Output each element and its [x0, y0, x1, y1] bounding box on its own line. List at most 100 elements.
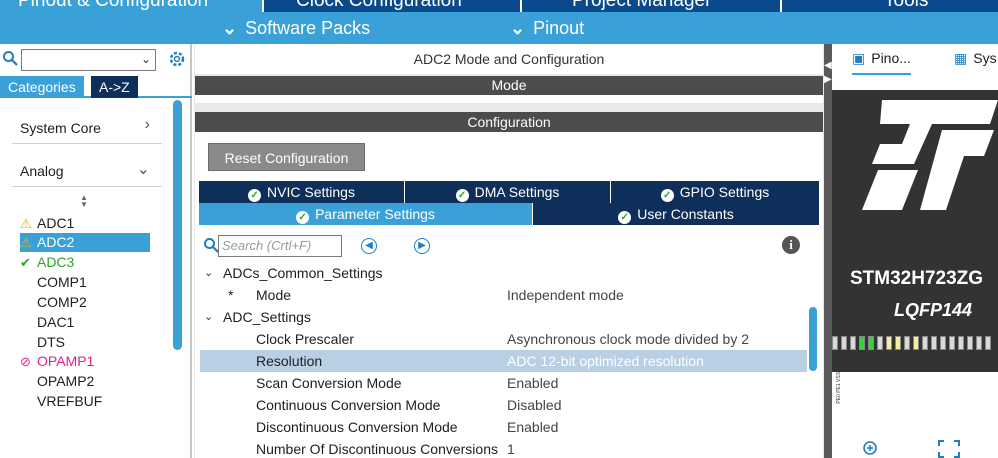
peripheral-adc3[interactable]: ✔ ADC3: [20, 253, 150, 272]
pinout-view-panel: ◀ ▶ ▣Pino... ▦Sys STM32H723ZG LQFP144: [824, 44, 998, 458]
check-icon: ✓: [618, 211, 632, 224]
tab-dma-settings[interactable]: ✓ DMA Settings: [405, 181, 611, 203]
param-row-mode[interactable]: * Mode Independent mode: [195, 284, 807, 306]
param-row-discontinuous-conversion[interactable]: Discontinuous Conversion Mode Enabled: [195, 416, 807, 438]
pin[interactable]: [976, 336, 982, 350]
chevron-down-icon: ⌄: [510, 18, 526, 38]
pin[interactable]: [859, 336, 865, 350]
search-icon: [3, 51, 18, 66]
vertical-scrollbar[interactable]: [173, 100, 182, 350]
peripheral-dts[interactable]: DTS: [20, 333, 150, 352]
pin[interactable]: [967, 336, 973, 350]
pin[interactable]: [841, 336, 847, 350]
pin[interactable]: [904, 336, 910, 350]
peripheral-opamp2[interactable]: OPAMP2: [20, 372, 150, 391]
settings-tabs-row-1: ✓ NVIC Settings ✓ DMA Settings ✓ GPIO Setti…: [199, 181, 819, 203]
pin[interactable]: [868, 336, 874, 350]
tab-separator: [262, 0, 264, 12]
pin[interactable]: [877, 336, 883, 350]
pin[interactable]: [922, 336, 928, 350]
pin[interactable]: [913, 336, 919, 350]
pin[interactable]: [895, 336, 901, 350]
fit-to-window-icon[interactable]: [938, 440, 960, 458]
sort-icon[interactable]: ▲ ▼: [80, 194, 88, 209]
panel-title: ADC2 Mode and Configuration: [195, 44, 823, 74]
chevron-down-icon: ⌄: [204, 311, 214, 323]
chevron-right-icon[interactable]: ▶: [824, 74, 832, 85]
st-logo-icon: [862, 100, 998, 210]
category-search-combo[interactable]: ⌄: [21, 49, 156, 71]
info-icon[interactable]: i: [782, 236, 800, 254]
search-previous-icon[interactable]: ◀: [361, 238, 377, 254]
mcu-chip[interactable]: STM32H723ZG LQFP144: [832, 90, 998, 372]
param-row-continuous-conversion[interactable]: Continuous Conversion Mode Disabled: [195, 394, 807, 416]
category-view-tabs: Categories A->Z: [0, 76, 192, 98]
param-row-clock-prescaler[interactable]: Clock Prescaler Asynchronous clock mode …: [195, 328, 807, 350]
pin[interactable]: [949, 336, 955, 350]
software-packs-menu[interactable]: ⌄ Software Packs: [222, 16, 370, 40]
settings-tabs-row-2: ✓ Parameter Settings ✓ User Constants: [199, 203, 819, 225]
mode-section-header[interactable]: Mode: [195, 76, 823, 95]
param-group-adc-settings[interactable]: ⌄ ADC_Settings: [195, 306, 807, 328]
tab-gpio-settings[interactable]: ✓ GPIO Settings: [611, 181, 819, 203]
tab-tools[interactable]: Tools: [884, 0, 928, 12]
tab-parameter-settings[interactable]: ✓ Parameter Settings: [199, 203, 533, 225]
pin[interactable]: [985, 336, 991, 350]
peripheral-adc2[interactable]: ⚠ ADC2: [20, 233, 150, 252]
peripheral-comp1[interactable]: COMP1: [20, 273, 150, 292]
warning-icon: ⚠: [20, 216, 32, 231]
panel-splitter[interactable]: ◀ ▶: [824, 44, 832, 458]
pin[interactable]: [850, 336, 856, 350]
param-group-adcs-common[interactable]: ⌄ ADCs_Common_Settings: [195, 262, 807, 284]
parameter-scrollbar[interactable]: [809, 307, 817, 371]
configuration-section-body: Reset Configuration ✓ NVIC Settings ✓ DMA …: [195, 132, 823, 458]
gear-icon[interactable]: [167, 49, 187, 69]
pin[interactable]: [940, 336, 946, 350]
zoom-in-icon[interactable]: [862, 440, 880, 458]
param-row-resolution[interactable]: Resolution ADC 12-bit optimized resoluti…: [200, 350, 807, 372]
parameter-search-input[interactable]: Search (Crtl+F): [218, 235, 342, 257]
peripheral-vrefbuf[interactable]: VREFBUF: [20, 392, 150, 411]
pin[interactable]: [886, 336, 892, 350]
chip-package: LQFP144: [894, 300, 973, 320]
pin[interactable]: [931, 336, 937, 350]
check-icon: ✓: [248, 189, 262, 202]
chevron-left-icon[interactable]: ◀: [824, 60, 832, 71]
tab-categories[interactable]: Categories: [0, 76, 84, 98]
check-icon: ✓: [455, 189, 469, 202]
reset-configuration-button[interactable]: Reset Configuration: [208, 143, 365, 171]
check-icon: ✓: [296, 211, 310, 224]
pin-strip: [832, 336, 998, 352]
tab-nvic-settings[interactable]: ✓ NVIC Settings: [199, 181, 405, 203]
tab-project-manager[interactable]: Project Manager: [572, 0, 711, 12]
configuration-section-header[interactable]: Configuration: [195, 112, 823, 132]
pin[interactable]: [958, 336, 964, 350]
param-row-number-discontinuous[interactable]: Number Of Discontinuous Conversions 1: [195, 438, 807, 458]
categories-panel: ⌄ Categories A->Z System Core › Analog ⌄…: [0, 44, 192, 458]
category-system-core[interactable]: System Core ›: [12, 110, 162, 144]
peripheral-opamp1[interactable]: ⊘ OPAMP1: [20, 352, 150, 371]
tab-system-view[interactable]: ▦ Sys: [954, 50, 997, 67]
mode-section-body: [195, 95, 823, 103]
tab-clock-configuration[interactable]: Clock Configuration: [296, 0, 462, 12]
category-analog[interactable]: Analog ⌄: [12, 153, 162, 187]
chevron-down-icon[interactable]: ⌄: [141, 52, 151, 66]
check-icon: ✔: [20, 255, 31, 270]
param-row-scan-conversion[interactable]: Scan Conversion Mode Enabled: [195, 372, 807, 394]
search-icon: [204, 238, 219, 253]
tab-separator: [520, 0, 522, 12]
tab-user-constants[interactable]: ✓ User Constants: [533, 203, 819, 225]
chip-part-number: STM32H723ZG: [850, 268, 984, 289]
tab-a-to-z[interactable]: A->Z: [91, 76, 138, 98]
pin-labels: PE0 PE1 VSS VDD: [836, 360, 842, 404]
pin[interactable]: [832, 336, 838, 350]
tab-pinout-configuration[interactable]: Pinout & Configuration: [0, 0, 262, 12]
tab-pinout-view[interactable]: ▣ Pino...: [852, 50, 911, 75]
pinout-menu[interactable]: ⌄ Pinout: [510, 16, 584, 40]
peripheral-dac1[interactable]: DAC1: [20, 313, 150, 332]
peripheral-comp2[interactable]: COMP2: [20, 293, 150, 312]
category-search-row: ⌄: [0, 46, 192, 72]
peripheral-adc1[interactable]: ⚠ ADC1: [20, 214, 150, 233]
grid-icon: ▦: [954, 50, 968, 66]
search-next-icon[interactable]: ▶: [414, 238, 430, 254]
